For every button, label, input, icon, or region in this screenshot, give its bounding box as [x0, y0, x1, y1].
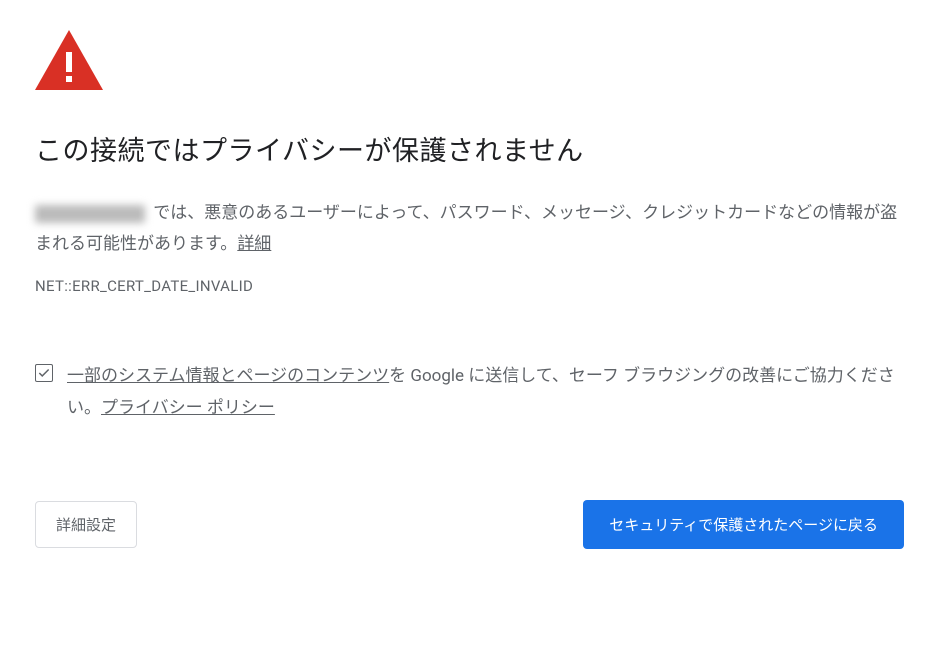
redacted-domain: [35, 205, 145, 223]
opt-in-text: 一部のシステム情報とページのコンテンツを Google に送信して、セーフ ブラ…: [67, 360, 904, 425]
learn-more-link[interactable]: 詳細: [237, 234, 271, 254]
system-info-link[interactable]: 一部のシステム情報とページのコンテンツ: [67, 366, 389, 386]
page-title: この接続ではプライバシーが保護されません: [35, 129, 904, 168]
back-to-safety-button[interactable]: セキュリティで保護されたページに戻る: [583, 500, 904, 549]
advanced-button[interactable]: 詳細設定: [35, 501, 137, 548]
check-icon: [37, 366, 51, 380]
opt-in-checkbox[interactable]: [35, 364, 53, 382]
warning-triangle-icon: [35, 30, 904, 94]
button-row: 詳細設定 セキュリティで保護されたページに戻る: [35, 500, 904, 549]
error-code: NET::ERR_CERT_DATE_INVALID: [35, 277, 904, 295]
warning-description: では、悪意のあるユーザーによって、パスワード、メッセージ、クレジットカードなどの…: [35, 198, 904, 259]
privacy-policy-link[interactable]: プライバシー ポリシー: [101, 398, 275, 418]
opt-in-row: 一部のシステム情報とページのコンテンツを Google に送信して、セーフ ブラ…: [35, 360, 904, 425]
description-text: では、悪意のあるユーザーによって、パスワード、メッセージ、クレジットカードなどの…: [35, 203, 897, 254]
